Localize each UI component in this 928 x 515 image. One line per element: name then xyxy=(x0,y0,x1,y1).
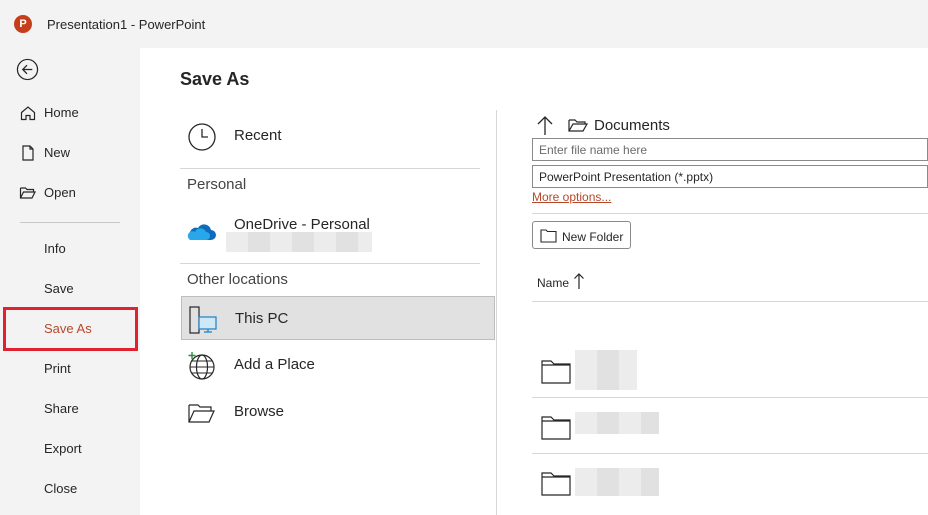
new-folder-label: New Folder xyxy=(562,230,624,244)
more-options-link[interactable]: More options... xyxy=(532,190,611,204)
redacted-folder-name xyxy=(575,350,637,390)
location-add-place[interactable]: Add a Place xyxy=(180,343,496,387)
add-place-globe-icon xyxy=(188,352,215,380)
location-recent[interactable]: Recent xyxy=(180,114,496,158)
nav-export[interactable]: Export xyxy=(0,429,140,469)
location-recent-label: Recent xyxy=(234,127,282,144)
group-personal: Personal xyxy=(187,176,247,193)
nav-divider xyxy=(20,222,120,223)
folder-row[interactable] xyxy=(532,398,928,454)
new-document-icon xyxy=(22,145,34,161)
locations-panel: Recent Personal OneDrive - Personal Othe… xyxy=(180,48,496,515)
browse-folder-icon xyxy=(188,404,215,423)
folder-icon xyxy=(541,360,571,384)
nav-open-label: Open xyxy=(44,185,76,200)
nav-print-label: Print xyxy=(44,361,71,376)
nav-share[interactable]: Share xyxy=(0,389,140,429)
save-as-pane: Save As Recent Personal OneDrive - Perso… xyxy=(140,48,928,515)
folder-icon xyxy=(568,119,588,132)
new-folder-button[interactable]: New Folder xyxy=(532,221,631,249)
save-as-highlight-box xyxy=(3,307,138,351)
location-add-place-label: Add a Place xyxy=(234,356,315,373)
folder-row[interactable] xyxy=(532,342,928,398)
group-other-locations: Other locations xyxy=(187,271,288,288)
nav-print[interactable]: Print xyxy=(0,349,140,389)
divider xyxy=(180,263,480,264)
folder-row[interactable] xyxy=(532,454,928,510)
nav-close-label: Close xyxy=(44,481,78,496)
folder-icon xyxy=(541,472,571,496)
file-panel: Documents PowerPoint Presentation (*.ppt… xyxy=(532,48,928,515)
folder-icon xyxy=(541,416,571,440)
redacted-folder-name xyxy=(575,468,659,496)
powerpoint-logo-icon: P xyxy=(14,15,32,33)
location-this-pc-label: This PC xyxy=(235,310,289,327)
location-this-pc[interactable]: This PC xyxy=(181,296,495,340)
up-arrow-icon[interactable] xyxy=(536,114,554,136)
divider xyxy=(532,213,928,214)
back-arrow-icon[interactable] xyxy=(16,58,39,81)
location-onedrive-label: OneDrive - Personal xyxy=(234,216,370,233)
backstage-sidebar: Home New Open Info Save Save As Print Sh… xyxy=(0,48,140,515)
sort-ascending-arrow-icon xyxy=(574,273,584,289)
redacted-folder-name xyxy=(575,412,659,434)
this-pc-icon xyxy=(189,306,217,334)
file-type-select[interactable]: PowerPoint Presentation (*.pptx) xyxy=(532,165,928,188)
column-header-name[interactable]: Name xyxy=(537,276,569,290)
onedrive-cloud-icon xyxy=(187,224,216,240)
redacted-account xyxy=(226,232,372,252)
nav-export-label: Export xyxy=(44,441,82,456)
window-title: Presentation1 - PowerPoint xyxy=(47,17,206,32)
new-folder-icon xyxy=(540,229,557,243)
nav-home-label: Home xyxy=(44,105,79,120)
divider xyxy=(180,168,480,169)
nav-home[interactable]: Home xyxy=(0,93,140,133)
nav-save[interactable]: Save xyxy=(0,269,140,309)
location-onedrive[interactable]: OneDrive - Personal xyxy=(180,208,496,262)
current-path[interactable]: Documents xyxy=(594,117,670,134)
nav-open[interactable]: Open xyxy=(0,173,140,213)
file-name-input[interactable] xyxy=(532,138,928,161)
nav-info[interactable]: Info xyxy=(0,229,140,269)
open-folder-icon xyxy=(19,187,36,199)
location-browse-label: Browse xyxy=(234,403,285,420)
divider xyxy=(532,301,928,302)
title-bar: P Presentation1 - PowerPoint xyxy=(0,0,928,48)
nav-info-label: Info xyxy=(44,241,66,256)
nav-new[interactable]: New xyxy=(0,133,140,173)
nav-save-label: Save xyxy=(44,281,74,296)
nav-share-label: Share xyxy=(44,401,79,416)
home-icon xyxy=(20,106,36,121)
location-browse[interactable]: Browse xyxy=(180,390,496,434)
path-bar: Documents xyxy=(532,112,928,138)
nav-close[interactable]: Close xyxy=(0,469,140,509)
nav-new-label: New xyxy=(44,145,71,160)
panel-divider xyxy=(496,110,497,515)
clock-icon xyxy=(188,123,216,151)
